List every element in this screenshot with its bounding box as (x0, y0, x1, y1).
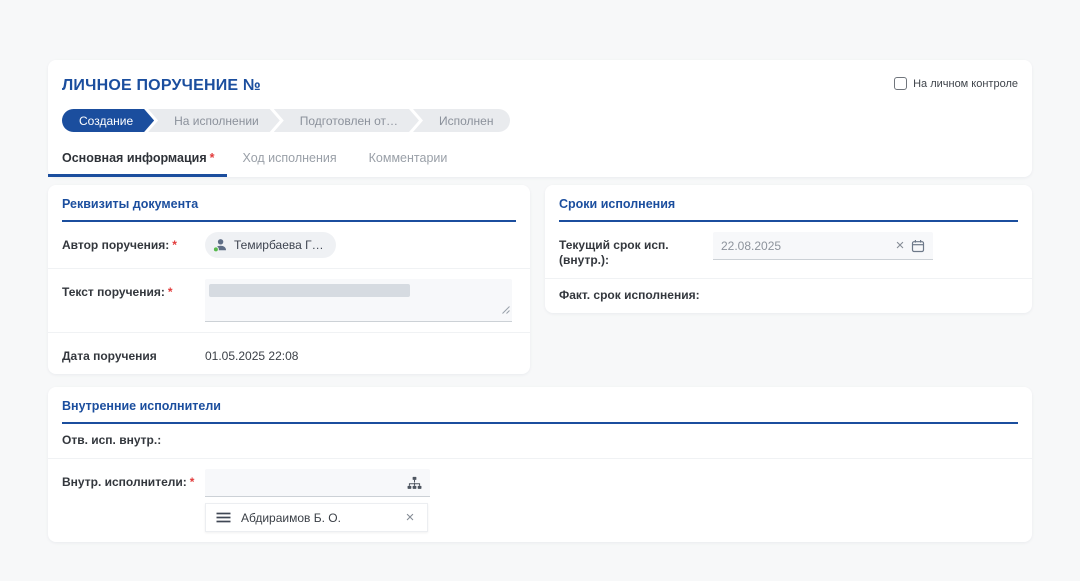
internal-executors-field (205, 469, 430, 497)
clear-date-icon[interactable]: × (891, 237, 909, 255)
tab-main-info[interactable]: Основная информация* (48, 143, 227, 177)
author-chip-name: Темирбаева Г… (234, 238, 324, 252)
assignment-date-value: 01.05.2025 22:08 (205, 343, 516, 363)
deadlines-title: Сроки исполнения (545, 185, 1032, 211)
internal-executors-label: Внутр. исполнители: (62, 475, 187, 489)
requisites-title: Реквизиты документа (48, 185, 530, 211)
form-columns: Реквизиты документа Автор поручения:* (48, 185, 1032, 374)
page-title: ЛИЧНОЕ ПОРУЧЕНИЕ № (62, 77, 261, 95)
author-chip[interactable]: Темирбаева Г… (205, 232, 336, 258)
tab-comments[interactable]: Комментарии (353, 143, 464, 177)
redacted-text-block (209, 284, 410, 297)
author-row: Автор поручения:* Темирбаева Г (48, 222, 530, 268)
calendar-icon[interactable] (909, 237, 927, 255)
current-deadline-field: × (713, 232, 933, 260)
current-deadline-row: Текущий срок исп. (внутр.): × (545, 222, 1032, 278)
personal-control-toggle[interactable]: На личном контроле (894, 77, 1018, 90)
executors-title: Внутренние исполнители (48, 387, 1032, 413)
workflow-steps: Создание На исполнении Подготовлен от… И… (62, 109, 1018, 132)
tab-bar: Основная информация* Ход исполнения Комм… (48, 143, 1032, 177)
current-deadline-input[interactable] (713, 239, 891, 253)
author-label: Автор поручения: (62, 238, 169, 252)
text-row: Текст поручения:* (48, 268, 530, 332)
app-page: ЛИЧНОЕ ПОРУЧЕНИЕ № На личном контроле Со… (0, 0, 1080, 581)
drag-handle-icon[interactable] (216, 512, 231, 523)
internal-executors-label-wrap: Внутр. исполнители:* (62, 469, 205, 490)
person-with-status-icon (212, 237, 228, 253)
date-label: Дата поручения (62, 343, 205, 364)
tab-required-marker: * (210, 151, 215, 165)
org-tree-icon[interactable] (405, 474, 423, 492)
personal-control-checkbox[interactable] (894, 77, 907, 90)
deadlines-card: Сроки исполнения Текущий срок исп. (внут… (545, 185, 1032, 313)
executor-name: Абдираимов Б. О. (241, 511, 391, 525)
actual-deadline-row: Факт. срок исполнения: (545, 278, 1032, 313)
current-deadline-label: Текущий срок исп. (внутр.): (559, 232, 713, 268)
author-required-marker: * (172, 238, 177, 252)
tab-main-info-label: Основная информация (62, 151, 207, 165)
responsible-executor-label: Отв. исп. внутр.: (62, 433, 161, 448)
executors-card: Внутренние исполнители Отв. исп. внутр.:… (48, 387, 1032, 542)
requisites-card: Реквизиты документа Автор поручения:* (48, 185, 530, 374)
document-header-card: ЛИЧНОЕ ПОРУЧЕНИЕ № На личном контроле Со… (48, 60, 1032, 177)
date-row: Дата поручения 01.05.2025 22:08 (48, 332, 530, 374)
text-required-marker: * (168, 285, 173, 299)
workflow-step-creation: Создание (62, 109, 154, 132)
author-label-wrap: Автор поручения:* (62, 232, 205, 253)
responsible-executor-row: Отв. исп. внутр.: (48, 424, 1032, 458)
text-label: Текст поручения: (62, 285, 165, 299)
actual-deadline-label: Факт. срок исполнения: (559, 288, 700, 303)
workflow-step-in-progress: На исполнении (148, 109, 280, 132)
internal-executors-input[interactable] (205, 476, 405, 490)
remove-executor-icon[interactable]: × (401, 509, 419, 527)
resize-handle-icon[interactable] (501, 301, 510, 319)
assignment-text-input[interactable] (205, 279, 512, 322)
personal-control-label: На личном контроле (913, 78, 1018, 90)
text-label-wrap: Текст поручения:* (62, 279, 205, 300)
tab-execution-progress[interactable]: Ход исполнения (227, 143, 353, 177)
content-area: ЛИЧНОЕ ПОРУЧЕНИЕ № На личном контроле Со… (0, 0, 1080, 542)
workflow-step-prepared: Подготовлен от… (274, 109, 419, 132)
workflow-step-done: Исполнен (413, 109, 510, 132)
internal-executors-required-marker: * (190, 475, 195, 489)
executor-list-item[interactable]: Абдираимов Б. О. × (205, 503, 428, 532)
internal-executors-row: Внутр. исполнители:* (48, 458, 1032, 542)
